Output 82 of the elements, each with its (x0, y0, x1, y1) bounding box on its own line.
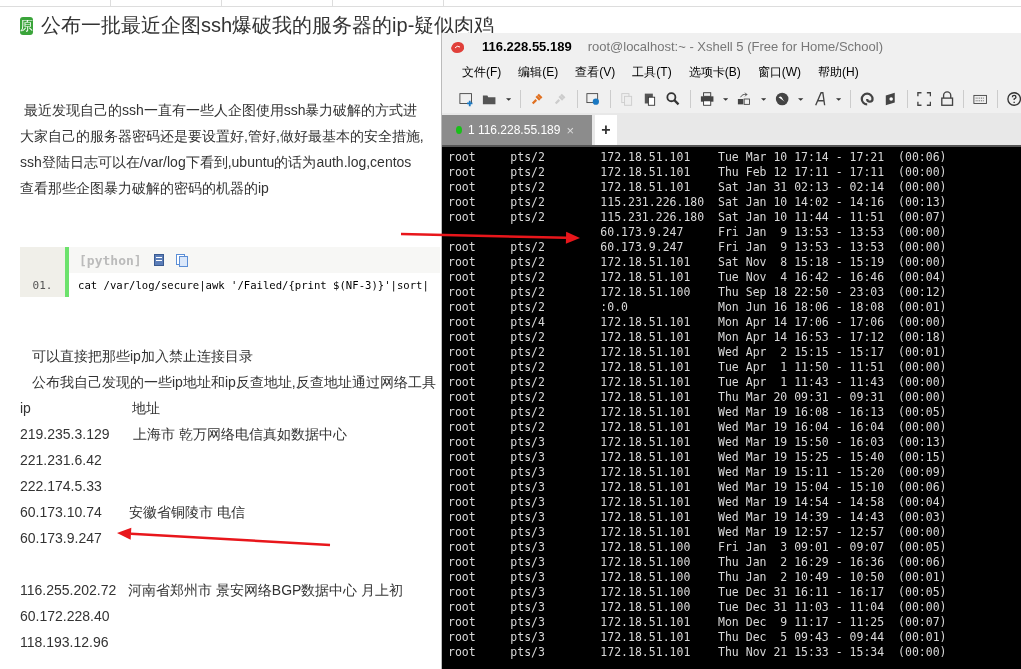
window-host: 116.228.55.189 (482, 39, 572, 54)
caret-icon[interactable] (505, 97, 512, 101)
caret-icon[interactable] (798, 97, 804, 101)
terminal-line: root pts/3 172.18.51.101 Wed Mar 19 14:54 - 14:58 (00:04) (448, 495, 947, 510)
terminal-line: root pts/2 :0.0 Mon Jun 16 18:06 - 18:08 (00:01) (448, 300, 947, 315)
paragraph-line: ssh登陆日志可以在/var/log下看到,ubuntu的话为auth.log,centos (20, 153, 412, 172)
ip-entry: 222.174.5.33 (20, 477, 102, 496)
help-icon[interactable] (1006, 91, 1021, 107)
transfer-icon[interactable] (737, 91, 752, 107)
ip-entry: 221.231.6.42 (20, 451, 102, 470)
app-logo-icon (450, 39, 466, 54)
caret-icon[interactable] (836, 97, 842, 101)
terminal-line: root pts/2 172.18.51.101 Mon Apr 14 16:53 - 17:12 (00:18) (448, 330, 947, 345)
terminal-line: root pts/2 172.18.51.101 Tue Apr 1 11:43 - 11:43 (00:00) (448, 375, 947, 390)
terminal-line: root pts/2 172.18.51.101 Sat Nov 8 15:18 - 15:19 (00:00) (448, 255, 947, 270)
ip-entry: 60.173.9.247 (20, 529, 102, 548)
terminal-line: root pts/3 172.18.51.101 Wed Mar 19 14:39 - 14:43 (00:03) (448, 510, 947, 525)
plug-icon[interactable] (529, 91, 545, 107)
terminal-line: root pts/3 172.18.51.100 Tue Dec 31 16:11 - 16:17 (00:05) (448, 585, 947, 600)
terminal-line: root pts/3 172.18.51.101 Thu Dec 5 09:43 - 09:44 (00:01) (448, 630, 947, 645)
terminal-line: root pts/3 172.18.51.101 Mon Dec 9 11:17 - 11:25 (00:07) (448, 615, 947, 630)
menu-item[interactable]: 帮助(H) (818, 64, 859, 81)
terminal-line: root pts/3 172.18.51.100 Thu Jan 2 16:29 - 16:36 (00:06) (448, 555, 947, 570)
paragraph-line: 公布我自己发现的一些ip地址和ip反查地址,反查地址通过网络工具 (32, 373, 436, 392)
menu-item[interactable]: 工具(T) (632, 64, 672, 81)
terminal-line: root pts/2 115.231.226.180 Sat Jan 10 14:02 - 14:16 (00:13) (448, 195, 947, 210)
new-window-icon[interactable] (459, 91, 474, 107)
terminal-line: root pts/2 172.18.51.101 Wed Mar 19 16:04 - 16:04 (00:00) (448, 420, 947, 435)
ip-entry: 60.173.10.74 安徽省铜陵市 电信 (20, 503, 245, 522)
terminal-line: root pts/3 172.18.51.101 Wed Mar 19 15:11 - 15:20 (00:09) (448, 465, 947, 480)
ip-entry: 219.235.3.129 上海市 乾万网络电信真如数据中心 (20, 425, 347, 444)
terminal-line: root pts/3 172.18.51.101 Wed Mar 19 12:57 - 12:57 (00:00) (448, 525, 947, 540)
terminal-line: root pts/2 172.18.51.100 Thu Sep 18 22:50 - 23:03 (00:12) (448, 285, 947, 300)
table-header: ip 地址 (20, 399, 161, 418)
new-tab-button[interactable]: + (595, 115, 617, 145)
terminal-line: root pts/2 172.18.51.101 Tue Mar 10 17:14 - 17:21 (00:06) (448, 150, 947, 165)
terminal-line: root pts/4 172.18.51.101 Mon Apr 14 17:06 - 17:06 (00:00) (448, 315, 947, 330)
line-number: 01. (31, 278, 54, 292)
terminal-line: root pts/3 172.18.51.100 Tue Dec 31 11:03 - 11:04 (00:00) (448, 600, 947, 615)
menu-item[interactable]: 编辑(E) (518, 64, 559, 81)
copy-icon[interactable] (175, 253, 188, 267)
menu-item[interactable]: 窗口(W) (757, 64, 801, 81)
terminal-line: root pts/3 172.18.51.101 Wed Mar 19 15:04 - 15:10 (00:06) (448, 480, 947, 495)
paste-icon[interactable] (643, 91, 658, 107)
menu-item[interactable]: 文件(F) (462, 64, 502, 81)
caret-icon[interactable] (722, 97, 729, 101)
menu-item[interactable]: 选项卡(B) (688, 64, 741, 81)
original-badge: 原 (20, 16, 33, 35)
font-icon[interactable] (812, 91, 827, 107)
ip-entry: 118.193.12.96 (20, 633, 109, 652)
terminal-line: root pts/2 115.231.226.180 Sat Jan 10 11:44 - 11:51 (00:07) (448, 210, 947, 225)
ip-entry: 116.255.202.72 河南省郑州市 景安网络BGP数据中心 月上初 (20, 581, 404, 600)
fullscreen-icon[interactable] (916, 91, 932, 107)
terminal-line: 60.173.9.247 Fri Jan 9 13:53 - 13:53 (00:00) (600, 225, 947, 240)
terminal-line: root pts/3 172.18.51.100 Thu Jan 2 10:49 - 10:50 (00:01) (448, 570, 947, 585)
menu-item[interactable]: 查看(V) (575, 64, 616, 81)
terminal-line: root pts/3 172.18.51.101 Wed Mar 19 15:25 - 15:40 (00:15) (448, 450, 947, 465)
printer-icon[interactable] (699, 91, 714, 107)
caret-icon[interactable] (760, 97, 766, 101)
terminal-line: root pts/2 172.18.51.101 Thu Mar 20 09:31 - 09:31 (00:00) (448, 390, 947, 405)
lock-icon[interactable] (940, 91, 955, 107)
search-icon[interactable] (666, 91, 681, 107)
terminal-line: root pts/2 172.18.51.101 Tue Nov 4 16:42 - 16:46 (00:04) (448, 270, 947, 285)
terminal-line: root pts/3 172.18.51.100 Fri Jan 3 09:01 - 09:07 (00:05) (448, 540, 947, 555)
terminal-line: root pts/3 172.18.51.101 Wed Mar 19 15:50 - 16:03 (00:13) (448, 435, 947, 450)
paragraph-line: 可以直接把那些ip加入禁止连接目录 (32, 347, 253, 366)
terminal-line: root pts/2 172.18.51.101 Tue Apr 1 11:50 - 11:51 (00:00) (448, 360, 947, 375)
terminal-line: root pts/2 60.173.9.247 Fri Jan 9 13:53 - 13:53 (00:00) (448, 240, 947, 255)
terminal-line: root pts/2 172.18.51.101 Thu Feb 12 17:11 - 17:11 (00:00) (448, 165, 947, 180)
paragraph-line: 最近发现自己的ssh一直有一些人企图使用ssh暴力破解的方式进 (22, 101, 418, 120)
view-source-icon[interactable] (153, 254, 164, 266)
ip-entry: 60.172.228.40 (20, 607, 110, 626)
paragraph-line: 查看那些企图暴力破解的密码的机器的ip (20, 179, 269, 198)
terminal-line: root pts/2 172.18.51.101 Wed Apr 2 15:15 - 15:17 (00:01) (448, 345, 947, 360)
terminal-line: root pts/3 172.18.51.101 Thu Nov 21 15:33 - 15:34 (00:00) (448, 645, 947, 660)
terminal-line: root pts/2 172.18.51.101 Sat Jan 31 02:13 - 02:14 (00:00) (448, 180, 947, 195)
code-language: [python] (79, 252, 142, 268)
swirl-icon[interactable] (860, 91, 875, 107)
terminal-line: root pts/2 172.18.51.101 Wed Mar 19 16:08 - 16:13 (00:05) (448, 405, 947, 420)
window-title: root@localhost:~ - Xshell 5 (Free for Home/School) (587, 39, 883, 54)
settings-icon[interactable] (586, 91, 601, 107)
paragraph-line: 大家自己的服务器密码还是要设置好,管好,做好最基本的安全措施, (20, 127, 424, 146)
